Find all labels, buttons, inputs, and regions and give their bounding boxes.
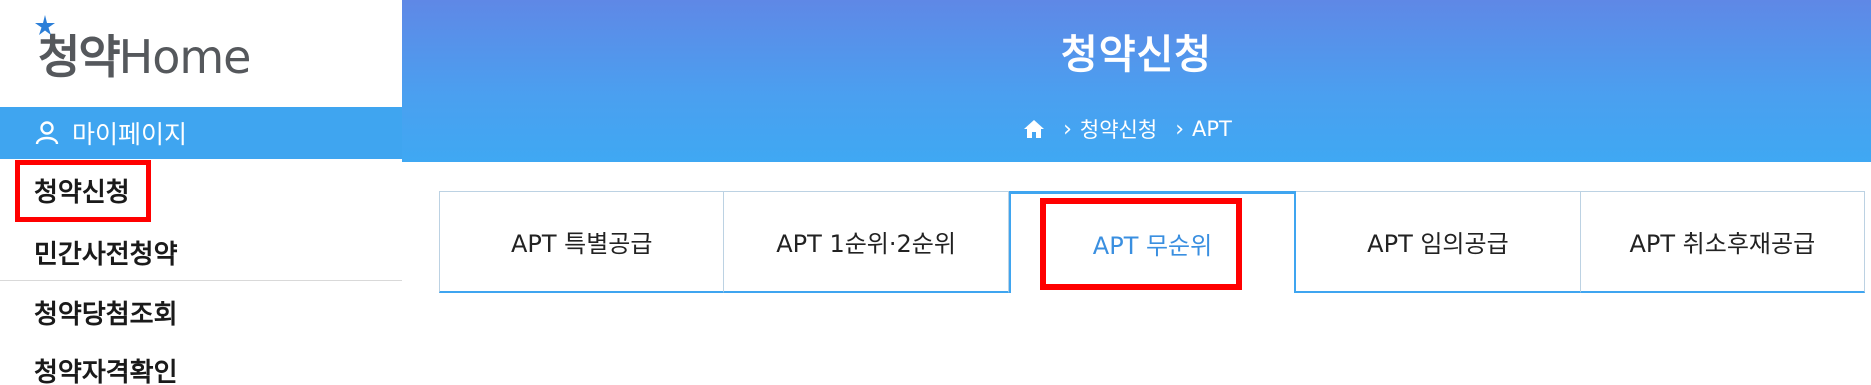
highlight-box-sidebar [15, 160, 151, 222]
tab-apt-cancelled-resupply[interactable]: APT 취소후재공급 [1580, 191, 1866, 293]
sidebar-item-winner-lookup[interactable]: 청약당첨조회 [34, 294, 178, 331]
logo-text-en: Home [118, 29, 252, 84]
sidebar: 청약 Home 마이페이지 청약신청 민간사전청약 청약당첨조회 청약자격확인 [0, 0, 402, 385]
breadcrumb-item[interactable]: 청약신청 [1080, 114, 1157, 144]
tab-apt-1st-2nd-rank[interactable]: APT 1순위·2순위 [724, 191, 1009, 293]
mypage-label: 마이페이지 [72, 120, 188, 149]
logo-star-icon [35, 14, 55, 35]
site-logo[interactable]: 청약 Home [0, 0, 402, 107]
sidebar-divider [0, 280, 402, 281]
chevron-right-icon: › [1063, 116, 1072, 142]
home-icon[interactable] [1023, 119, 1045, 139]
chevron-right-icon: › [1175, 116, 1185, 142]
highlight-box-tab [1040, 198, 1242, 290]
tab-apt-optional-supply[interactable]: APT 임의공급 [1296, 191, 1581, 293]
mypage-link[interactable]: 마이페이지 [0, 107, 402, 159]
tab-apt-special-supply[interactable]: APT 특별공급 [439, 191, 725, 293]
page-header: 청약신청 › 청약신청 › APT [402, 0, 1871, 162]
user-icon [35, 121, 59, 145]
page-title: 청약신청 [1060, 32, 1213, 78]
sidebar-item-eligibility-check[interactable]: 청약자격확인 [34, 352, 178, 385]
breadcrumb-item[interactable]: APT [1192, 117, 1232, 141]
logo-mark: 청약 Home [34, 14, 252, 87]
sidebar-item-private-pre-subscription[interactable]: 민간사전청약 [34, 234, 178, 271]
breadcrumb: › 청약신청 › APT [402, 114, 1871, 144]
